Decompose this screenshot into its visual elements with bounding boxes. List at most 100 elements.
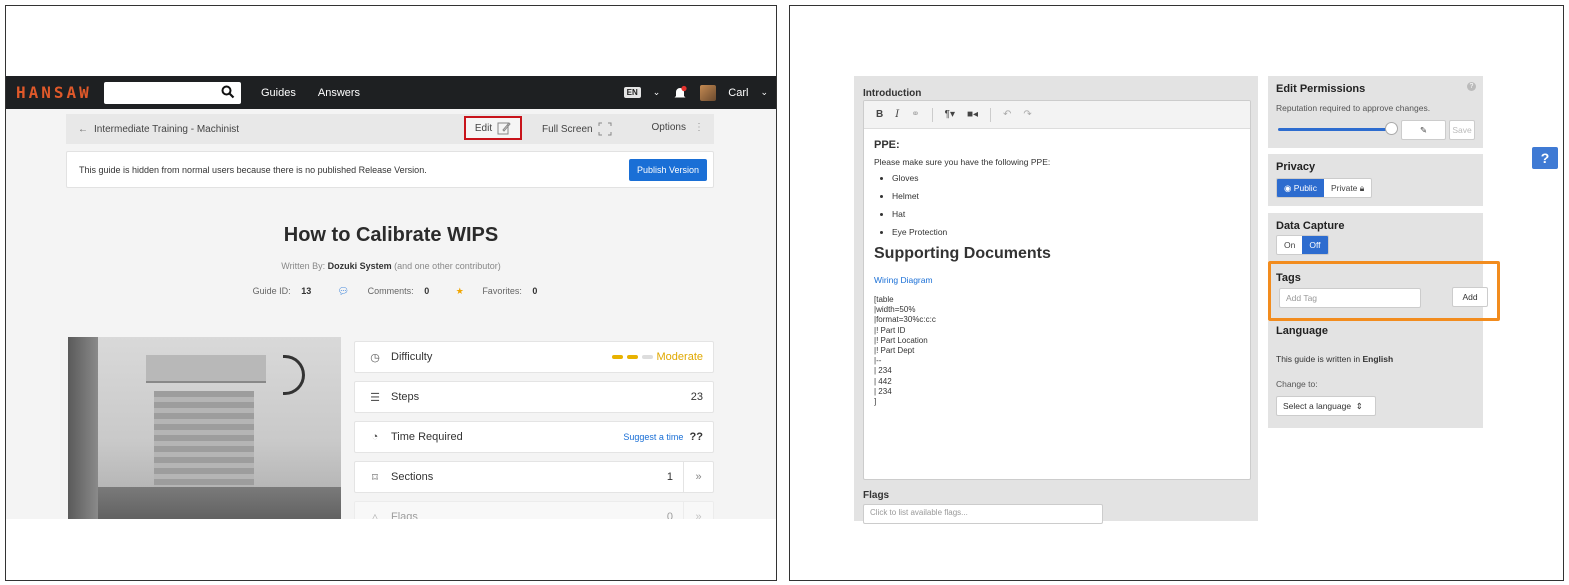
reputation-slider-track[interactable] (1278, 128, 1390, 131)
introduction-editor[interactable]: B I ⚭ ¶▾ ■◂ ↶ ↷ PPE: Please make sure yo… (863, 100, 1251, 480)
notice-text: This guide is hidden from normal users b… (79, 164, 427, 175)
language-card: Language This guide is written in Englis… (1268, 321, 1483, 428)
chevron-down-icon[interactable]: ⌄ (653, 87, 661, 98)
guide-id-value: 13 (301, 286, 312, 296)
top-navigation: HANSAW Guides Answers EN ⌄ Carl ⌄ (6, 76, 776, 109)
code-line: | 234 (874, 366, 892, 376)
author-link[interactable]: Dozuki System (328, 261, 392, 271)
steps-label: Steps (391, 391, 420, 403)
data-capture-off[interactable]: Off (1302, 236, 1328, 254)
edit-label: Edit (474, 122, 493, 134)
flags-row[interactable]: △ Flags 0 » (354, 501, 714, 519)
double-chevron-down-icon[interactable]: » (683, 502, 713, 519)
data-capture-on[interactable]: On (1277, 236, 1303, 254)
kebab-menu-icon: ⋮ (694, 122, 704, 133)
guide-main-image[interactable] (68, 337, 341, 519)
paragraph-icon[interactable]: ¶▾ (945, 109, 955, 120)
list-item: Gloves (892, 173, 1240, 183)
private-option[interactable]: Private 🔒︎ (1323, 179, 1372, 197)
list-item: Eye Protection (892, 227, 1240, 237)
save-button[interactable]: Save (1449, 120, 1475, 140)
star-icon: ★ (455, 286, 464, 296)
edit-permissions-title: Edit Permissions (1276, 83, 1366, 95)
suggest-time-link[interactable]: Suggest a time (623, 432, 683, 442)
data-capture-title: Data Capture (1276, 220, 1345, 232)
search-input[interactable] (104, 81, 241, 104)
edit-pencil-icon (497, 122, 511, 135)
flags-input[interactable]: Click to list available flags... (863, 504, 1103, 524)
comments-count: 0 (424, 286, 430, 296)
help-button[interactable]: ? (1532, 147, 1558, 169)
hidden-guide-notice: This guide is hidden from normal users b… (66, 151, 714, 188)
add-tag-input[interactable]: Add Tag (1279, 288, 1421, 308)
link-icon[interactable]: ⚭ (911, 109, 919, 120)
full-screen-button[interactable]: Full Screen (542, 122, 612, 136)
guide-meta: Guide ID: 13 💬︎ Comments: 0 ★ Favorites:… (6, 286, 776, 297)
data-capture-card: Data Capture On Off (1268, 213, 1483, 261)
logo[interactable]: HANSAW (16, 83, 104, 102)
user-name[interactable]: Carl (728, 87, 748, 99)
avatar[interactable] (700, 84, 717, 101)
add-tag-button[interactable]: Add (1452, 287, 1488, 307)
nav-answers-link[interactable]: Answers (318, 87, 360, 99)
list-icon: ☰ (370, 391, 380, 404)
byline-suffix: (and one other contributor) (391, 261, 501, 271)
edit-button[interactable]: Edit (464, 116, 522, 140)
flags-value: 0 (666, 511, 673, 519)
change-to-label: Change to: (1276, 379, 1318, 389)
comments-link[interactable]: 💬︎ Comments: 0 (330, 286, 429, 296)
guide-id: Guide ID: 13 (245, 286, 312, 296)
redo-icon[interactable]: ↷ (1023, 109, 1031, 120)
data-capture-toggle[interactable]: On Off (1276, 235, 1329, 255)
expand-icon (598, 122, 612, 136)
editor-content[interactable]: PPE: Please make sure you have the follo… (864, 129, 1250, 417)
wiring-diagram-link[interactable]: Wiring Diagram (874, 275, 1240, 285)
difficulty-meter-segment (611, 355, 623, 359)
bold-icon[interactable]: B (876, 109, 883, 120)
time-required-row: ◔ Time Required Suggest a time ?? (354, 421, 714, 453)
ppe-list: Gloves Helmet Hat Eye Protection (892, 173, 1240, 237)
italic-icon[interactable]: I (895, 109, 899, 120)
sections-row[interactable]: ⌑ Sections 1 » (354, 461, 714, 493)
sections-label: Sections (391, 471, 434, 483)
right-screenshot: Introduction B I ⚭ ¶▾ ■◂ ↶ ↷ PPE: Please… (789, 5, 1564, 581)
code-line: ] (874, 397, 877, 407)
reputation-slider-handle[interactable] (1385, 122, 1398, 135)
language-selector[interactable]: EN (623, 87, 641, 98)
back-arrow-icon[interactable]: ← (78, 124, 88, 135)
breadcrumb[interactable]: Intermediate Training - Machinist (94, 124, 239, 135)
guide-id-label: Guide ID: (252, 286, 294, 296)
byline: Written By: Dozuki System (and one other… (6, 261, 776, 271)
ppe-heading: PPE: (874, 139, 900, 151)
list-item: Helmet (892, 191, 1240, 201)
code-line: |format=30%c:c:c (874, 315, 936, 325)
editor-toolbar: B I ⚭ ¶▾ ■◂ ↶ ↷ (864, 101, 1250, 129)
introduction-label: Introduction (863, 88, 922, 99)
help-icon[interactable]: ? (1467, 82, 1476, 91)
options-button[interactable]: Options ⋮ (652, 122, 704, 133)
public-option[interactable]: ◉ Public (1277, 179, 1324, 197)
toolbar-divider (990, 107, 992, 122)
edit-permissions-card: Edit Permissions ? Reputation required t… (1268, 76, 1483, 148)
code-line: |! Part Location (874, 335, 928, 345)
video-icon[interactable]: ■◂ (967, 109, 978, 120)
permissions-description: Reputation required to approve changes. (1276, 103, 1431, 113)
list-item: Hat (892, 209, 1240, 219)
lock-icon: 🔒︎ (1359, 182, 1365, 193)
nav-guides-link[interactable]: Guides (261, 87, 296, 99)
notification-bell-icon[interactable] (672, 85, 688, 101)
undo-icon[interactable]: ↶ (1003, 109, 1011, 120)
table-markup: [table |width=50% |format=30%c:c:c |! Pa… (874, 295, 1240, 407)
publish-version-button[interactable]: Publish Version (628, 159, 707, 181)
reputation-input[interactable]: ✎ (1401, 120, 1446, 140)
code-line: |-- (874, 356, 882, 366)
private-label: Private (1330, 183, 1358, 193)
privacy-toggle[interactable]: ◉ Public Private 🔒︎ (1276, 178, 1373, 198)
byline-prefix: Written By: (281, 261, 328, 271)
full-screen-label: Full Screen (542, 123, 593, 135)
search-icon[interactable] (221, 85, 235, 99)
chevron-down-icon[interactable]: ⌄ (760, 87, 768, 98)
favorites-link[interactable]: ★ Favorites: 0 (448, 286, 538, 296)
double-chevron-down-icon[interactable]: » (683, 462, 713, 492)
language-select[interactable]: Select a language ⇕ (1276, 396, 1376, 416)
